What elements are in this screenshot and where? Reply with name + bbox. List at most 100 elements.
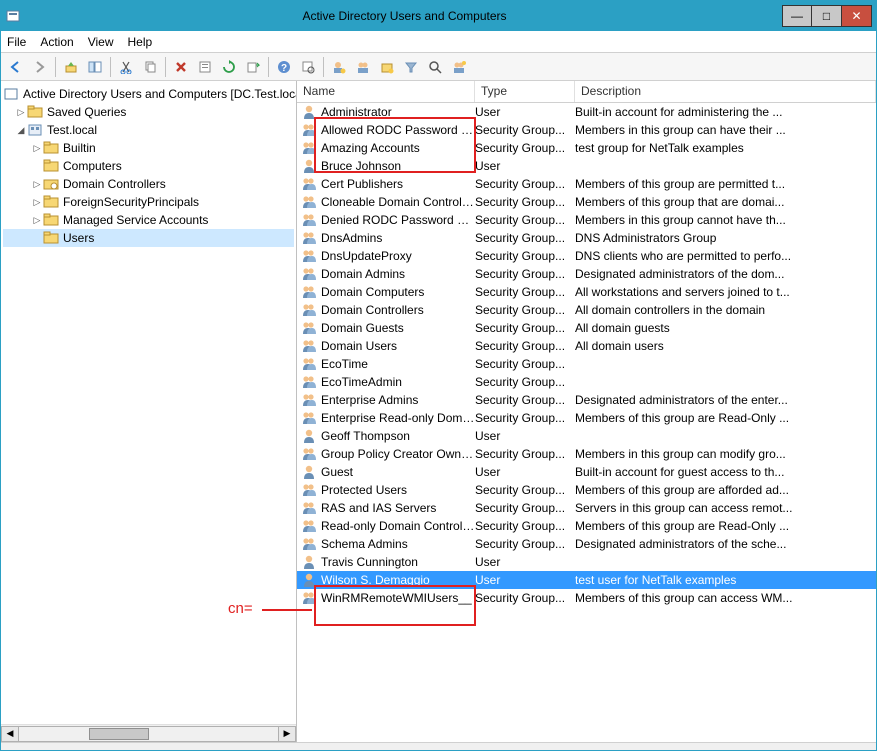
new-group-button[interactable] bbox=[352, 56, 374, 78]
expand-icon[interactable]: ▷ bbox=[15, 107, 27, 118]
row-type: Security Group... bbox=[475, 393, 575, 407]
list-body[interactable]: AdministratorUserBuilt-in account for ad… bbox=[297, 103, 876, 742]
list-row[interactable]: Wilson S. DemaggioUsertest user for NetT… bbox=[297, 571, 876, 589]
list-row[interactable]: Domain UsersSecurity Group...All domain … bbox=[297, 337, 876, 355]
minimize-button[interactable]: — bbox=[782, 5, 812, 27]
row-name: RAS and IAS Servers bbox=[321, 501, 436, 515]
list-row[interactable]: Enterprise AdminsSecurity Group...Design… bbox=[297, 391, 876, 409]
copy-button[interactable] bbox=[139, 56, 161, 78]
properties-button[interactable] bbox=[194, 56, 216, 78]
folder-icon bbox=[43, 230, 59, 246]
row-description: All domain guests bbox=[575, 321, 876, 335]
refresh-button[interactable] bbox=[218, 56, 240, 78]
tree-domain[interactable]: ◢ Test.local bbox=[3, 121, 294, 139]
separator bbox=[110, 57, 111, 77]
list-row[interactable]: Protected UsersSecurity Group...Members … bbox=[297, 481, 876, 499]
titlebar[interactable]: Active Directory Users and Computers — □… bbox=[1, 1, 876, 31]
scroll-track[interactable] bbox=[19, 726, 278, 742]
column-name[interactable]: Name bbox=[297, 81, 475, 102]
list-row[interactable]: EcoTimeAdminSecurity Group... bbox=[297, 373, 876, 391]
new-user-button[interactable] bbox=[328, 56, 350, 78]
menu-view[interactable]: View bbox=[88, 35, 114, 49]
list-row[interactable]: WinRMRemoteWMIUsers__Security Group...Me… bbox=[297, 589, 876, 607]
list-row[interactable]: GuestUserBuilt-in account for guest acce… bbox=[297, 463, 876, 481]
find-button[interactable] bbox=[297, 56, 319, 78]
column-type[interactable]: Type bbox=[475, 81, 575, 102]
expand-icon[interactable]: ▷ bbox=[31, 197, 43, 208]
tree-root[interactable]: Active Directory Users and Computers [DC… bbox=[3, 85, 294, 103]
tree-builtin[interactable]: ▷ Builtin bbox=[3, 139, 294, 157]
row-type: Security Group... bbox=[475, 339, 575, 353]
tree-body[interactable]: Active Directory Users and Computers [DC… bbox=[1, 81, 296, 724]
close-button[interactable]: ✕ bbox=[842, 5, 872, 27]
column-description[interactable]: Description bbox=[575, 81, 876, 102]
expand-icon[interactable]: ▷ bbox=[31, 143, 43, 154]
row-name: Domain Admins bbox=[321, 267, 405, 281]
list-row[interactable]: Domain ComputersSecurity Group...All wor… bbox=[297, 283, 876, 301]
tree-users[interactable]: Users bbox=[3, 229, 294, 247]
scroll-left-button[interactable]: ◀ bbox=[1, 726, 19, 742]
list-row[interactable]: Read-only Domain ControllersSecurity Gro… bbox=[297, 517, 876, 535]
tree-hscrollbar[interactable]: ◀ ▶ bbox=[1, 724, 296, 742]
tree-fsp[interactable]: ▷ ForeignSecurityPrincipals bbox=[3, 193, 294, 211]
list-row[interactable]: RAS and IAS ServersSecurity Group...Serv… bbox=[297, 499, 876, 517]
row-description: test user for NetTalk examples bbox=[575, 573, 876, 587]
collapse-icon[interactable]: ◢ bbox=[15, 125, 27, 136]
tree-saved-queries[interactable]: ▷ Saved Queries bbox=[3, 103, 294, 121]
find-objects-button[interactable] bbox=[424, 56, 446, 78]
list-row[interactable]: Domain ControllersSecurity Group...All d… bbox=[297, 301, 876, 319]
user-icon bbox=[301, 554, 317, 570]
separator bbox=[268, 57, 269, 77]
row-name: Protected Users bbox=[321, 483, 407, 497]
group-icon bbox=[301, 122, 317, 138]
row-description: Members of this group are Read-Only ... bbox=[575, 411, 876, 425]
list-row[interactable]: Schema AdminsSecurity Group...Designated… bbox=[297, 535, 876, 553]
list-row[interactable]: Group Policy Creator OwnersSecurity Grou… bbox=[297, 445, 876, 463]
expand-icon[interactable]: ▷ bbox=[31, 215, 43, 226]
row-name: WinRMRemoteWMIUsers__ bbox=[321, 591, 472, 605]
menu-file[interactable]: File bbox=[7, 35, 26, 49]
maximize-button[interactable]: □ bbox=[812, 5, 842, 27]
scroll-right-button[interactable]: ▶ bbox=[278, 726, 296, 742]
list-row[interactable]: Amazing AccountsSecurity Group...test gr… bbox=[297, 139, 876, 157]
filter-button[interactable] bbox=[400, 56, 422, 78]
tree-domain-controllers[interactable]: ▷ Domain Controllers bbox=[3, 175, 294, 193]
list-row[interactable]: Travis CunningtonUser bbox=[297, 553, 876, 571]
user-icon bbox=[301, 158, 317, 174]
list-row[interactable]: Cloneable Domain ControllersSecurity Gro… bbox=[297, 193, 876, 211]
show-hide-tree-button[interactable] bbox=[84, 56, 106, 78]
list-row[interactable]: Cert PublishersSecurity Group...Members … bbox=[297, 175, 876, 193]
menu-action[interactable]: Action bbox=[40, 35, 73, 49]
list-row[interactable]: AdministratorUserBuilt-in account for ad… bbox=[297, 103, 876, 121]
list-row[interactable]: Domain AdminsSecurity Group...Designated… bbox=[297, 265, 876, 283]
forward-button[interactable] bbox=[29, 56, 51, 78]
list-row[interactable]: Domain GuestsSecurity Group...All domain… bbox=[297, 319, 876, 337]
tree-label: Saved Queries bbox=[47, 105, 126, 119]
cut-button[interactable] bbox=[115, 56, 137, 78]
row-type: Security Group... bbox=[475, 501, 575, 515]
tree-label: Users bbox=[63, 231, 94, 245]
menu-help[interactable]: Help bbox=[128, 35, 153, 49]
list-row[interactable]: Denied RODC Password Replicati...Securit… bbox=[297, 211, 876, 229]
list-row[interactable]: EcoTimeSecurity Group... bbox=[297, 355, 876, 373]
tree-msa[interactable]: ▷ Managed Service Accounts bbox=[3, 211, 294, 229]
list-row[interactable]: Allowed RODC Password Replicati...Securi… bbox=[297, 121, 876, 139]
add-to-group-button[interactable] bbox=[448, 56, 470, 78]
list-row[interactable]: Geoff ThompsonUser bbox=[297, 427, 876, 445]
new-ou-button[interactable] bbox=[376, 56, 398, 78]
list-row[interactable]: DnsUpdateProxySecurity Group...DNS clien… bbox=[297, 247, 876, 265]
back-button[interactable] bbox=[5, 56, 27, 78]
scroll-thumb[interactable] bbox=[89, 728, 149, 740]
up-button[interactable] bbox=[60, 56, 82, 78]
group-icon bbox=[301, 248, 317, 264]
list-row[interactable]: Enterprise Read-only Domain Con...Securi… bbox=[297, 409, 876, 427]
help-button[interactable]: ? bbox=[273, 56, 295, 78]
expand-icon[interactable]: ▷ bbox=[31, 179, 43, 190]
delete-button[interactable] bbox=[170, 56, 192, 78]
tree-pane: Active Directory Users and Computers [DC… bbox=[1, 81, 297, 742]
list-row[interactable]: Bruce JohnsonUser bbox=[297, 157, 876, 175]
tree-computers[interactable]: Computers bbox=[3, 157, 294, 175]
row-name: DnsUpdateProxy bbox=[321, 249, 412, 263]
list-row[interactable]: DnsAdminsSecurity Group...DNS Administra… bbox=[297, 229, 876, 247]
export-button[interactable] bbox=[242, 56, 264, 78]
